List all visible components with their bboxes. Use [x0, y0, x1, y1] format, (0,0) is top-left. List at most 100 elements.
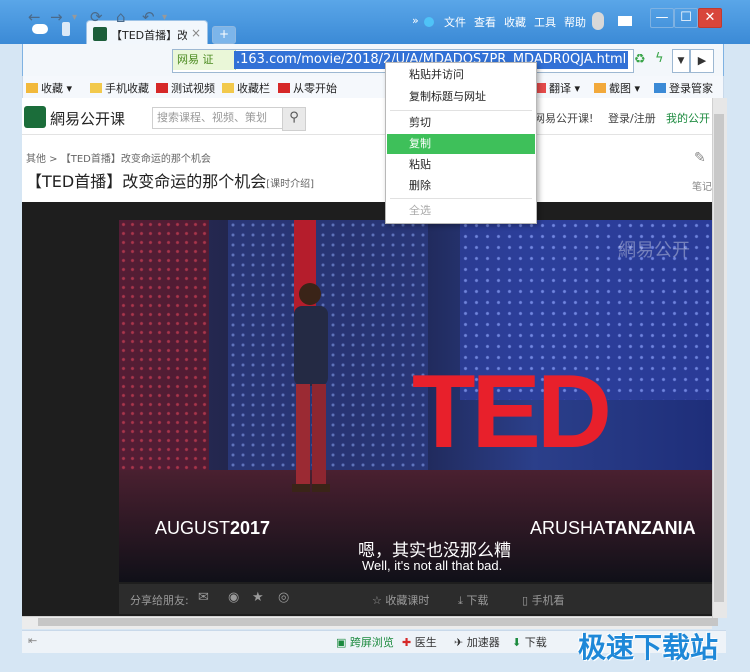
- qzone-star-icon[interactable]: ★: [252, 590, 264, 605]
- bookmark-from-zero[interactable]: 从零开始: [278, 80, 337, 96]
- mobile-watch-button[interactable]: ▯ 手机看: [522, 592, 565, 608]
- speaker-figure: [292, 283, 330, 492]
- search-icon[interactable]: ⚲: [282, 107, 306, 131]
- site-logo-icon[interactable]: [24, 106, 46, 128]
- phone-icon: ▯: [522, 594, 532, 607]
- tab-favicon: [93, 27, 107, 41]
- tablet-icon[interactable]: [62, 22, 70, 36]
- note-label[interactable]: 笔记: [692, 178, 712, 193]
- video-caption-location: ARUSHATANZANIA: [530, 518, 696, 539]
- menu-item-cut[interactable]: 剪切: [387, 113, 535, 133]
- c-logo-icon: [278, 83, 290, 93]
- star-icon: [26, 83, 38, 93]
- menu-favorites[interactable]: 收藏: [504, 14, 526, 30]
- history-dropdown-icon[interactable]: ▾: [72, 12, 77, 23]
- menu-item-paste[interactable]: 粘贴: [387, 155, 535, 175]
- back-icon[interactable]: ←: [28, 8, 41, 26]
- menu-view[interactable]: 查看: [474, 14, 496, 30]
- menu-tools[interactable]: 工具: [534, 14, 556, 30]
- address-dropdown-icon[interactable]: ▼: [672, 49, 690, 73]
- security-badge[interactable]: 网易 证: [173, 50, 236, 70]
- caption-country: TANZANIA: [605, 518, 696, 538]
- caption-year: 2017: [230, 518, 271, 538]
- subtitle-english: Well, it's not all that bad.: [362, 558, 503, 573]
- refresh-icon[interactable]: ⟳: [90, 8, 103, 26]
- bookmark-translate[interactable]: 翻译 ▾: [534, 80, 580, 96]
- menu-item-delete[interactable]: 删除: [387, 176, 535, 196]
- my-opencourse-link[interactable]: 我的公开: [666, 110, 710, 126]
- home-icon[interactable]: ⌂: [116, 8, 126, 26]
- collect-lesson-button[interactable]: ☆ 收藏课时: [372, 592, 429, 608]
- medal-icon[interactable]: [592, 12, 604, 30]
- menu-item-select-all[interactable]: 全选: [387, 201, 535, 221]
- qq-icon[interactable]: ◉: [228, 590, 239, 605]
- ted-letters: TED: [412, 354, 612, 470]
- bookmark-test-video[interactable]: 测试视频: [156, 80, 215, 96]
- page-title: 【TED首播】改变命运的那个机会[课时介绍]: [26, 168, 314, 192]
- wechat-icon[interactable]: ✉: [198, 590, 209, 605]
- forward-icon[interactable]: →: [50, 8, 63, 26]
- doctor-icon: ✚: [402, 636, 415, 649]
- lightning-icon[interactable]: ϟ: [655, 51, 664, 66]
- download-arrow-icon: ⬇: [512, 636, 525, 649]
- tab-title: 【TED首播】改: [111, 29, 187, 42]
- menu-file[interactable]: 文件: [444, 14, 466, 30]
- horizontal-scroll-thumb[interactable]: [38, 618, 718, 626]
- context-menu: 粘贴并访问 复制标题与网址 剪切 复制 粘贴 删除 全选: [385, 62, 537, 224]
- video-caption-date: AUGUST2017: [155, 518, 270, 539]
- download-button[interactable]: ⤓ 下载: [458, 592, 488, 608]
- video-watermark: 網易公开: [618, 240, 690, 261]
- sidebar-toggle-icon[interactable]: ⇤: [28, 634, 37, 647]
- bookmark-mobile[interactable]: 手机收藏: [90, 80, 149, 96]
- scissors-icon: [594, 83, 606, 93]
- menu-item-paste-and-go[interactable]: 粘贴并访问: [387, 65, 535, 85]
- rocket-icon: ✈: [454, 636, 467, 649]
- doctor-button[interactable]: ✚ 医生: [402, 634, 437, 650]
- page-title-text: 【TED首播】改变命运的那个机会: [26, 172, 267, 191]
- folder-icon: [90, 83, 102, 93]
- menu-item-copy[interactable]: 复制: [387, 134, 535, 154]
- undo-dropdown-icon[interactable]: ▾: [162, 12, 167, 23]
- undo-icon[interactable]: ↶: [142, 8, 155, 26]
- menu-item-copy-title-url[interactable]: 复制标题与网址: [387, 87, 535, 107]
- c-logo-icon: [156, 83, 168, 93]
- recycle-icon[interactable]: ♻: [634, 52, 646, 67]
- folder-icon: [222, 83, 234, 93]
- maximize-button[interactable]: ☐: [674, 8, 698, 28]
- caption-month: AUGUST: [155, 518, 231, 538]
- share-label: 分享给朋友:: [130, 594, 189, 607]
- stage-curtain-left: [119, 220, 209, 470]
- corner-watermark: 极速下载站: [578, 631, 719, 664]
- vertical-scroll-thumb[interactable]: [714, 114, 724, 602]
- key-icon: [654, 83, 666, 93]
- sync-icon[interactable]: [424, 17, 434, 27]
- menu-separator: [390, 198, 532, 199]
- downloads-button[interactable]: ⬇ 下载: [512, 634, 547, 650]
- new-tab-button[interactable]: +: [212, 26, 236, 44]
- close-button[interactable]: ✕: [698, 8, 722, 28]
- login-register-link[interactable]: 登录/注册: [608, 110, 656, 126]
- note-edit-icon[interactable]: ✎: [694, 150, 706, 166]
- weibo-icon[interactable]: ◎: [278, 590, 289, 605]
- bookmark-screenshot[interactable]: 截图 ▾: [594, 80, 640, 96]
- bookmark-login-manager[interactable]: 登录管家: [654, 80, 713, 96]
- accelerator-button[interactable]: ✈ 加速器: [454, 634, 500, 650]
- site-logo-text[interactable]: 網易公开课: [50, 108, 125, 129]
- menu-separator: [390, 110, 532, 111]
- caption-city: ARUSHA: [530, 518, 606, 538]
- go-button[interactable]: ▶: [690, 49, 714, 73]
- breadcrumb[interactable]: 其他 > 【TED首播】改变命运的那个机会: [26, 150, 211, 165]
- bookmark-favorites[interactable]: 收藏 ▾: [26, 80, 72, 96]
- menu-help[interactable]: 帮助: [564, 14, 586, 30]
- skin-icon[interactable]: [618, 16, 632, 26]
- site-search-input[interactable]: 搜索课程、视频、策划: [152, 107, 288, 129]
- header-link-opencourse[interactable]: 网易公开课!: [534, 110, 593, 126]
- tab-close-icon[interactable]: ×: [191, 26, 201, 40]
- screen-icon: ▣: [336, 636, 350, 649]
- lesson-intro-link[interactable]: [课时介绍]: [266, 179, 314, 190]
- cross-screen-button[interactable]: ▣ 跨屏浏览: [336, 634, 394, 650]
- collect-star-icon: ☆: [372, 594, 386, 607]
- menu-expand-icon[interactable]: »: [412, 14, 419, 27]
- minimize-button[interactable]: —: [650, 8, 674, 28]
- bookmark-bar-folder[interactable]: 收藏栏: [222, 80, 270, 96]
